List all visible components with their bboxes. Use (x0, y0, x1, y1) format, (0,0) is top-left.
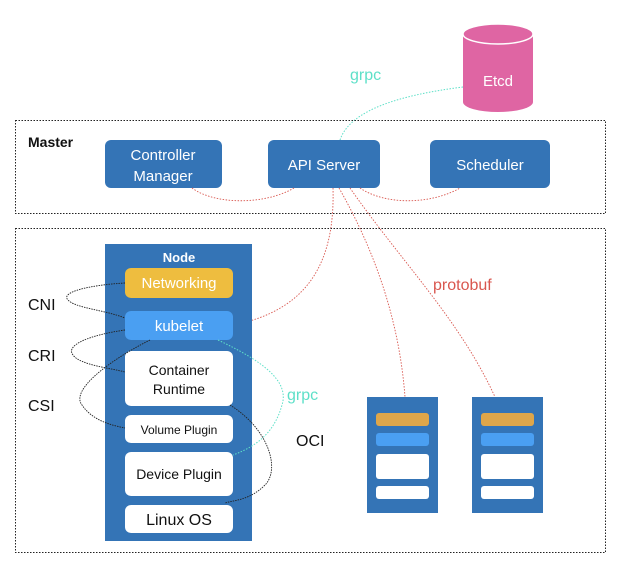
controller-manager-line2: Manager (133, 168, 192, 185)
linux-os-label: Linux OS (146, 512, 212, 529)
networking-label: Networking (141, 275, 216, 292)
csi-label: CSI (28, 398, 55, 415)
node-mini-1 (367, 397, 438, 513)
node-mini-2 (472, 397, 543, 513)
api-server-box: API Server (268, 140, 380, 188)
container-runtime-line1: Container (149, 362, 210, 378)
grpc-label-top: grpc (350, 67, 381, 84)
volume-plugin-label: Volume Plugin (141, 423, 218, 437)
etcd-label: Etcd (483, 73, 513, 90)
etcd-database: Etcd (462, 23, 534, 112)
kubelet-label: kubelet (155, 318, 204, 335)
master-label: Master (28, 134, 74, 150)
scheduler-box: Scheduler (430, 140, 550, 188)
device-plugin-label: Device Plugin (136, 466, 222, 482)
oci-label: OCI (296, 433, 324, 450)
container-runtime-line2: Runtime (153, 381, 205, 397)
controller-manager-line1: Controller (130, 147, 195, 164)
node-label: Node (163, 250, 196, 265)
api-server-label: API Server (288, 157, 361, 174)
scheduler-label: Scheduler (456, 157, 524, 174)
cri-label: CRI (28, 348, 56, 365)
controller-manager-box: Controller Manager (105, 140, 222, 188)
kubernetes-architecture-diagram: Etcd grpc Master Controller Manager API … (15, 23, 606, 553)
grpc-label-node: grpc (287, 387, 318, 404)
grpc-edge-etcd (339, 86, 464, 141)
cni-label: CNI (28, 297, 56, 314)
protobuf-label: protobuf (433, 277, 492, 294)
node-column: Node Networking kubelet Container Runtim… (105, 244, 252, 541)
